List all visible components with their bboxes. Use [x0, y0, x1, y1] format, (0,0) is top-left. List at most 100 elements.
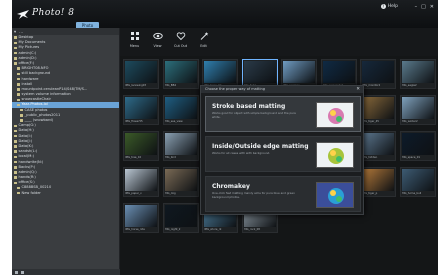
thumbnail-caption: IMG_tiger_45	[362, 120, 379, 123]
thumbnail-image	[164, 97, 197, 119]
help-area[interactable]: ? Help	[380, 4, 398, 9]
photo-thumbnail[interactable]: IMG_horse_ride	[123, 203, 159, 233]
toolbar-button-label: Edit	[200, 43, 207, 48]
matting-option-description: Works good for object with simple backgr…	[212, 111, 296, 119]
photo-thumbnail[interactable]: IMG_space_01	[399, 131, 436, 161]
folder-icon	[14, 171, 17, 174]
matting-preview-image	[316, 182, 354, 208]
matting-option-description: One-click fast matting mainly aims for p…	[212, 191, 295, 199]
photo-thumbnail[interactable]: IMG_dog	[162, 167, 199, 197]
app-logo: Photo! 8	[16, 6, 75, 20]
folder-icon	[14, 62, 17, 65]
photo-thumbnail[interactable]: IMG_eagle2	[399, 59, 436, 89]
thumbnail-image	[362, 97, 394, 119]
folder-icon	[17, 103, 20, 107]
thumbnail-caption: IMG_paper_v	[125, 192, 142, 195]
folder-sidebar: ▾ ... Desktop My Documents My Pictures admi…	[12, 28, 120, 275]
thumbnail-image	[362, 133, 394, 155]
app-logo-icon	[16, 6, 30, 20]
thumbnail-caption: IMG_hidden	[362, 156, 378, 159]
photo-thumbnail[interactable]: IMG_paper_v	[123, 167, 159, 197]
photo-thumbnail[interactable]: IMG_tiger_p	[360, 167, 396, 197]
heart-icon	[176, 31, 186, 42]
thumbnail-image	[401, 133, 434, 155]
thumbnail-caption: IMG_winter2	[401, 120, 418, 123]
folder-icon	[14, 155, 17, 159]
toolbar-button-label: Cut Out	[173, 43, 188, 48]
grid-icon	[130, 31, 140, 42]
sidebar-item-folder[interactable]: New folder	[12, 191, 119, 196]
thumbnail-caption: IMG_dog	[164, 192, 176, 195]
folder-icon	[14, 46, 17, 50]
thumbnail-image	[401, 97, 434, 119]
folder-icon	[14, 150, 17, 153]
window-controls: – □ ✕	[415, 4, 434, 10]
photo-thumbnail[interactable]: IMG_BB4	[162, 59, 199, 89]
thumbnail-caption: IMG_shore_rk	[204, 228, 222, 231]
photo-thumbnail[interactable]: IMG_lacewing03	[123, 59, 159, 89]
thumbnail-image	[401, 61, 434, 83]
sidebar-option-icon[interactable]	[15, 270, 18, 274]
minimize-icon[interactable]: –	[415, 4, 418, 10]
thumbnail-image	[125, 61, 157, 83]
matting-preview-image	[316, 142, 354, 168]
thumbnail-image	[125, 169, 157, 191]
photo-thumbnail[interactable]: IMG_winter2	[399, 95, 436, 125]
folder-icon	[17, 93, 20, 96]
photo-thumbnail[interactable]: IMG_flower55	[123, 95, 159, 125]
folder-icon	[17, 72, 20, 76]
toolbar-button-edit[interactable]: Edit	[195, 31, 212, 56]
folder-icon	[17, 77, 20, 81]
folder-icon	[20, 119, 23, 122]
thumbnail-image	[125, 97, 157, 119]
folder-icon	[20, 108, 23, 112]
thumbnail-caption: IMG_home_bull	[401, 192, 422, 195]
photo-thumbnail[interactable]: IMG_tiger_45	[360, 95, 396, 125]
photo-thumbnail[interactable]: IMG_home_bull	[399, 167, 436, 197]
thumbnail-caption: IMG_tree_10	[125, 156, 142, 159]
folder-icon	[14, 166, 17, 169]
photo-thumbnail[interactable]: IMG_night_2	[162, 203, 199, 233]
thumbnail-caption: IMG_space_01	[401, 156, 421, 159]
help-icon[interactable]: ?	[380, 4, 386, 9]
toolbar-button-view[interactable]: View	[149, 31, 166, 56]
matting-option[interactable]: Inside/Outside edge matting Works for all…	[205, 136, 361, 172]
photo-thumbnail[interactable]: IMG_monitor2	[360, 59, 396, 89]
sidebar-header-label: ...	[19, 29, 24, 34]
thumbnail-caption: IMG_BB4	[164, 84, 177, 87]
sidebar-item-label: New folder	[21, 190, 41, 195]
thumbnail-caption: IMG_horse_ride	[125, 228, 145, 231]
matting-option[interactable]: Stroke based matting Works good for objec…	[205, 96, 361, 132]
toolbar-button-menu[interactable]: Menu	[126, 31, 143, 56]
folder-icon	[14, 36, 17, 39]
matting-option[interactable]: Chromakey One-click fast matting mainly a…	[205, 176, 361, 212]
photo-thumbnail[interactable]: IMG_bird	[162, 131, 199, 161]
thumbnail-image	[125, 205, 157, 227]
folder-icon	[17, 98, 20, 102]
sidebar-bottom-bar	[12, 269, 120, 275]
sidebar-option-icon[interactable]	[21, 270, 24, 274]
app-title: Photo! 8	[32, 8, 75, 18]
title-bar: Photo! 8 Photo ? Help – □ ✕	[12, 0, 438, 29]
folder-icon	[14, 129, 17, 133]
thumbnail-caption: IMG_tiger_p	[362, 192, 378, 195]
folder-icon	[17, 83, 20, 86]
photo-thumbnail[interactable]: IMG_hidden	[360, 131, 396, 161]
toolbar-button-cut-out[interactable]: Cut Out	[172, 31, 189, 56]
tree-arrow-icon[interactable]: ▾	[14, 29, 16, 34]
thumbnail-image	[283, 61, 315, 83]
close-icon[interactable]: ✕	[430, 4, 434, 10]
toolbar-button-label: Menu	[129, 43, 140, 48]
maximize-icon[interactable]: □	[421, 4, 426, 10]
thumbnail-caption: IMG_eagle2	[401, 84, 417, 87]
photo-thumbnail[interactable]: IMG_tree_10	[123, 131, 159, 161]
folder-icon	[17, 67, 20, 70]
matting-option-description: Works for all cases with with background…	[212, 151, 271, 155]
main-toolbar: Menu View Cut Out Edit	[120, 28, 438, 56]
matting-dialog: Choose the proper way of matting ✕ Strok…	[200, 85, 364, 215]
help-label[interactable]: Help	[388, 4, 398, 9]
thumbnail-image	[401, 169, 434, 191]
matting-option-title: Inside/Outside edge matting	[212, 143, 309, 150]
photo-thumbnail[interactable]: IMG_sea_view	[162, 95, 199, 125]
dialog-close-icon[interactable]: ✕	[356, 86, 360, 93]
